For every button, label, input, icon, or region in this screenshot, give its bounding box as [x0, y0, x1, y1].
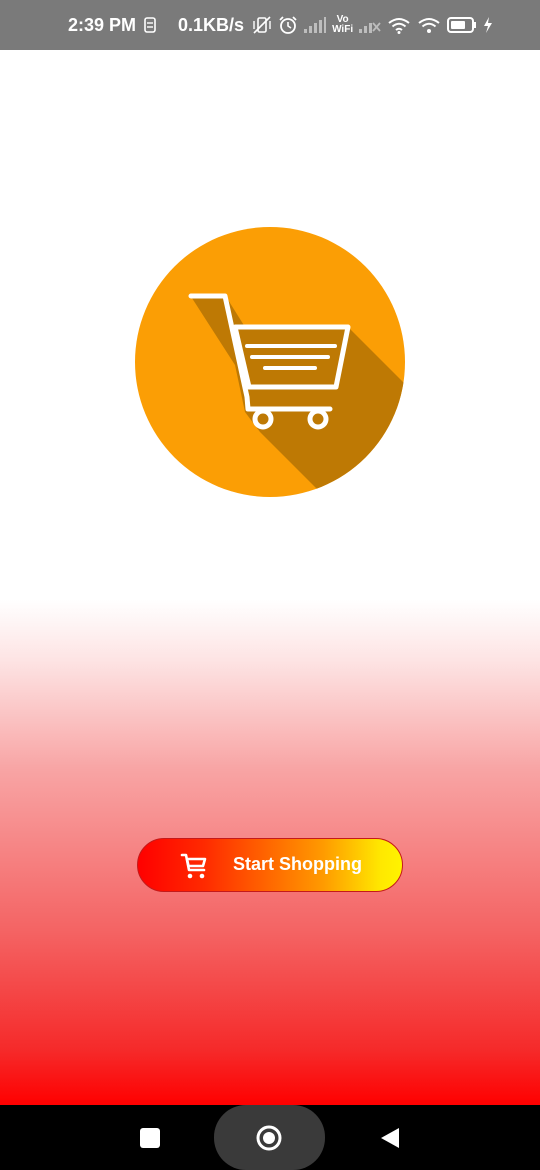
status-time: 2:39 PM [68, 14, 137, 35]
vibrate-off-icon [252, 15, 272, 35]
battery-icon [447, 17, 477, 33]
signal-icon [304, 17, 327, 33]
status-bar: 2:39 PM 0.1KB/s Vo WiFi [0, 0, 540, 50]
navigation-bar [0, 1105, 540, 1170]
cart-icon [180, 853, 207, 879]
back-icon[interactable] [380, 1127, 400, 1149]
home-icon[interactable] [256, 1125, 282, 1151]
hotspot-icon [417, 16, 441, 34]
charging-icon [483, 17, 493, 33]
wifi-icon [387, 16, 411, 34]
vowifi-bottom-text: WiFi [332, 24, 354, 35]
main-content: Start Shopping [0, 50, 540, 1105]
start-shopping-label: Start Shopping [233, 854, 362, 874]
vowifi-icon: Vo WiFi [332, 15, 353, 35]
alarm-icon [278, 15, 298, 35]
sim-icon [144, 17, 156, 33]
network-speed: 0.1KB/s [178, 14, 245, 35]
shopping-cart-logo [135, 227, 405, 497]
recent-apps-icon[interactable] [140, 1128, 160, 1148]
signal-no-service-icon [359, 17, 381, 33]
start-shopping-button[interactable]: Start Shopping [137, 838, 403, 892]
